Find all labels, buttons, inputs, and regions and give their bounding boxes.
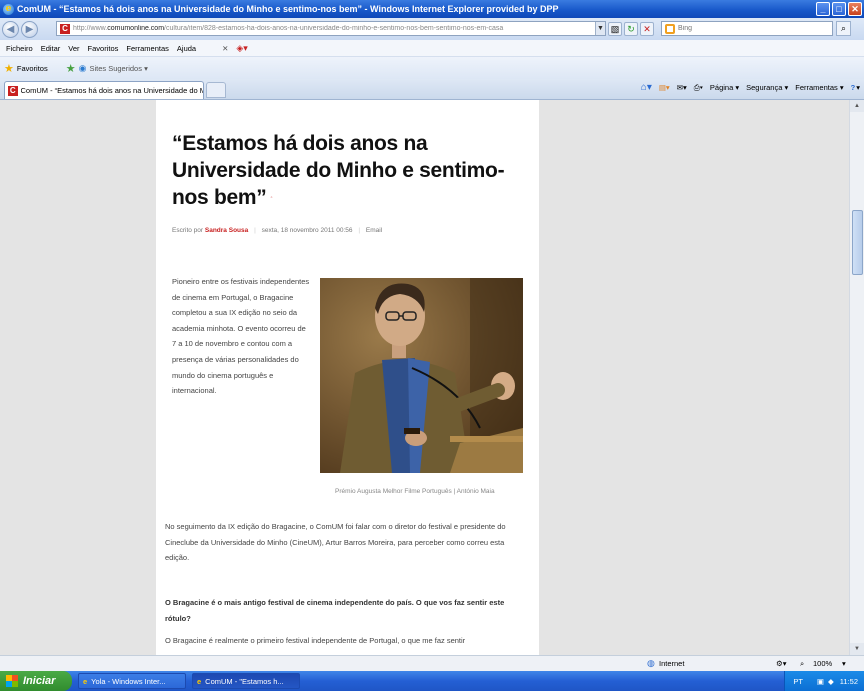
mail-icon[interactable]: ✉▾ <box>677 83 687 92</box>
scroll-up-icon[interactable]: ▲ <box>850 100 864 112</box>
favorites-bar: ★ Favoritos ★ ◉ Sites Sugeridos ▾ <box>0 57 864 79</box>
window-title: ComUM - “Estamos há dois anos na Univers… <box>17 4 559 14</box>
interview-question: O Bragacine é o mais antigo festival de … <box>165 598 505 623</box>
interview-answer: O Bragacine é realmente o primeiro festi… <box>165 636 466 645</box>
compatibility-view-icon[interactable]: ▧ <box>608 22 622 36</box>
email-link[interactable]: Email <box>366 227 382 234</box>
command-bar: ⌂▾ ▤▾ ✉▾ ⎙▾ Página ▾ Segurança ▾ Ferrame… <box>634 82 860 93</box>
translate-icon[interactable]: ◈▾ <box>236 43 247 54</box>
menu-ver[interactable]: Ver <box>68 44 79 53</box>
menu-ferramentas[interactable]: Ferramentas <box>126 44 169 53</box>
zoom-level[interactable]: 100% <box>813 659 832 668</box>
help-icon[interactable]: ? <box>851 83 856 92</box>
start-button[interactable]: Iniciar <box>0 671 72 691</box>
scroll-down-icon[interactable]: ▼ <box>850 643 864 655</box>
maximize-button[interactable]: □ <box>832 2 846 16</box>
clock: 11:52 <box>839 676 858 686</box>
forward-button[interactable]: ▶ <box>21 20 38 38</box>
scrollbar-thumb[interactable] <box>852 210 863 275</box>
protected-mode-icon[interactable]: ⚙▾ <box>776 659 787 668</box>
tab-favicon-icon: C <box>8 85 18 96</box>
windows-logo-icon <box>6 675 18 687</box>
status-bar: ◍ Internet ⚙▾ ⌕ 100% ▾ <box>0 655 864 671</box>
address-dropdown-icon[interactable]: ▼ <box>595 22 605 35</box>
zoom-icon[interactable]: ⌕ <box>800 659 804 669</box>
article-byline: Escrito por Sandra Sousa | sexta, 18 nov… <box>172 227 383 234</box>
ie-icon: e <box>197 676 202 686</box>
suggested-sites-icon: ◉ <box>78 62 87 73</box>
tray-network-icon[interactable]: ▣ <box>817 677 824 686</box>
ie-icon: e <box>83 676 88 686</box>
window-titlebar: e ComUM - “Estamos há dois anos na Unive… <box>0 0 864 18</box>
start-label: Iniciar <box>23 675 56 687</box>
search-box[interactable] <box>661 21 833 36</box>
language-indicator[interactable]: PT <box>793 677 803 686</box>
help-dropdown[interactable]: ▾ <box>856 83 860 92</box>
minimize-button[interactable]: _ <box>816 2 830 16</box>
stop-icon[interactable]: ✕ <box>640 22 654 36</box>
menu-favoritos[interactable]: Favoritos <box>88 44 119 53</box>
page-menu[interactable]: Página ▾ <box>710 83 739 92</box>
article-photo <box>320 278 523 473</box>
site-favicon-icon: C <box>60 23 70 34</box>
tab-label: ComUM - “Estamos há dois anos na Univers… <box>20 86 203 95</box>
menu-editar[interactable]: Editar <box>41 44 61 53</box>
refresh-icon[interactable]: ↻ <box>624 22 638 36</box>
tray-security-icon[interactable]: ◆ <box>828 677 834 686</box>
article-headline: “Estamos há dois anos na Universidade do… <box>172 132 505 209</box>
tools-menu[interactable]: Ferramentas ▾ <box>795 83 843 92</box>
search-icon[interactable]: ⌕ <box>836 21 851 36</box>
favorites-star-icon[interactable]: ★ <box>4 62 14 75</box>
headline-flag-icon: ◦ <box>270 194 273 201</box>
taskbar: Iniciar e Yola - Windows Inter... e ComU… <box>0 671 864 691</box>
taskbar-item-comum[interactable]: e ComUM - "Estamos h... <box>192 673 300 689</box>
zone-label: Internet <box>659 659 685 668</box>
bing-logo-icon <box>665 23 675 34</box>
byline-prefix: Escrito por <box>172 227 204 234</box>
address-bar[interactable]: C http://www.comumonline.com/cultura/ite… <box>56 21 606 36</box>
tab-comum[interactable]: C ComUM - “Estamos há dois anos na Unive… <box>4 81 204 99</box>
close-window-button[interactable]: ✕ <box>848 2 862 16</box>
home-icon[interactable]: ⌂▾ <box>641 82 652 93</box>
address-url[interactable]: http://www.comumonline.com/cultura/item/… <box>73 25 595 32</box>
feeds-icon[interactable]: ▤▾ <box>659 83 670 92</box>
add-favorite-icon[interactable]: ★ <box>66 62 76 75</box>
article-date: sexta, 18 novembro 2011 00:56 <box>261 227 353 234</box>
system-tray: PT ▣ ◆ 11:52 <box>784 671 864 691</box>
address-toolbar: ◀ ▶ C http://www.comumonline.com/cultura… <box>0 18 864 40</box>
photo-caption: Prémio Augusta Melhor Filme Português | … <box>335 488 495 495</box>
ie-logo-icon: e <box>3 3 14 15</box>
speaker-photo-icon <box>320 278 523 473</box>
taskbar-item-label: Yola - Windows Inter... <box>91 676 166 686</box>
menu-ficheiro[interactable]: Ficheiro <box>6 44 33 53</box>
taskbar-item-label: ComUM - "Estamos h... <box>205 676 284 686</box>
vertical-scrollbar[interactable]: ▲ ▼ <box>849 100 864 655</box>
tab-row: C ComUM - “Estamos há dois anos na Unive… <box>0 79 864 100</box>
zoom-dropdown-icon[interactable]: ▾ <box>842 659 846 668</box>
favorites-button[interactable]: Favoritos <box>17 64 48 73</box>
suggested-sites-link[interactable]: Sites Sugeridos ▾ <box>89 64 147 73</box>
search-input[interactable] <box>678 25 818 32</box>
security-menu[interactable]: Segurança ▾ <box>746 83 788 92</box>
close-toolbar-icon[interactable]: ✕ <box>222 44 228 53</box>
taskbar-item-yola[interactable]: e Yola - Windows Inter... <box>78 673 186 689</box>
print-icon[interactable]: ⎙▾ <box>694 83 703 93</box>
author-link[interactable]: Sandra Sousa <box>205 227 248 234</box>
article-intro: Pioneiro entre os festivais independente… <box>172 277 310 396</box>
menu-bar: Ficheiro Editar Ver Favoritos Ferramenta… <box>0 40 864 57</box>
back-button[interactable]: ◀ <box>2 20 19 38</box>
new-tab-button[interactable] <box>206 82 226 98</box>
globe-icon: ◍ <box>647 658 655 668</box>
article-paragraph: No seguimento da IX edição do Bragacine,… <box>165 522 506 563</box>
menu-ajuda[interactable]: Ajuda <box>177 44 196 53</box>
